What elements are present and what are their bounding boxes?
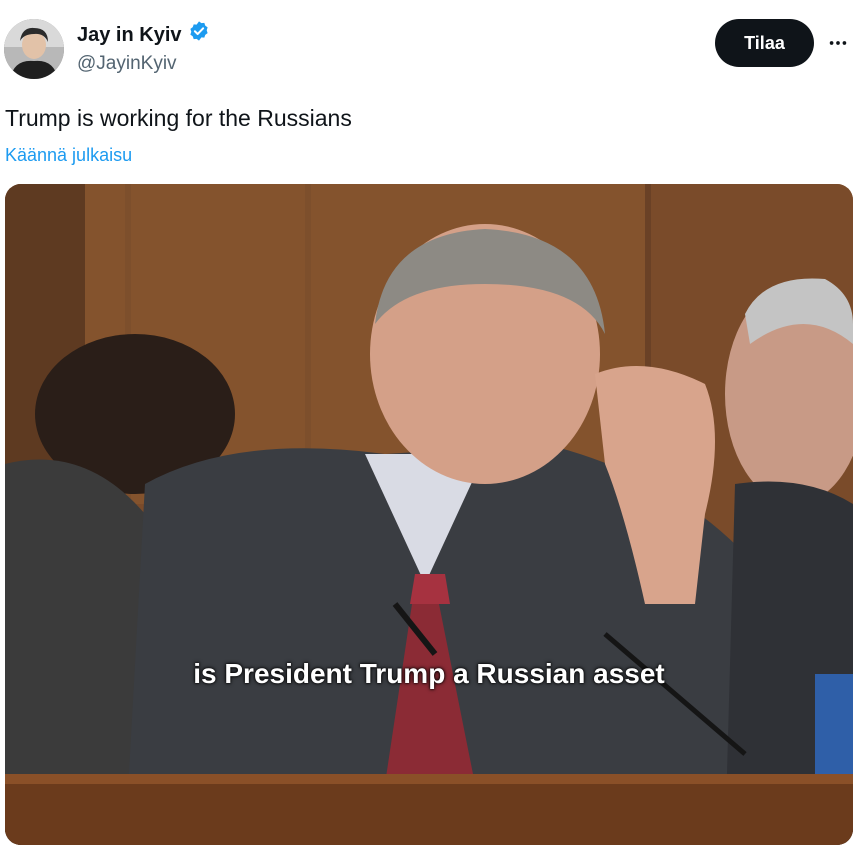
tweet-video[interactable]: is President Trump a Russian asset (5, 184, 853, 845)
tweet-text: Trump is working for the Russians (5, 105, 352, 131)
translate-post-link[interactable]: Käännä julkaisu (5, 143, 132, 167)
video-frame (5, 184, 853, 845)
verified-badge-icon (188, 20, 210, 49)
more-horizontal-icon (829, 41, 847, 45)
more-options-button[interactable] (823, 28, 853, 58)
author-display-name[interactable]: Jay in Kyiv (77, 22, 182, 48)
subscribe-button[interactable]: Tilaa (715, 19, 814, 67)
avatar[interactable] (4, 19, 64, 79)
video-subtitle: is President Trump a Russian asset (193, 658, 665, 689)
author-name[interactable]: Jay in Kyiv (77, 20, 210, 49)
avatar-image (4, 19, 64, 79)
author-handle[interactable]: @JayinKyiv (77, 52, 177, 76)
